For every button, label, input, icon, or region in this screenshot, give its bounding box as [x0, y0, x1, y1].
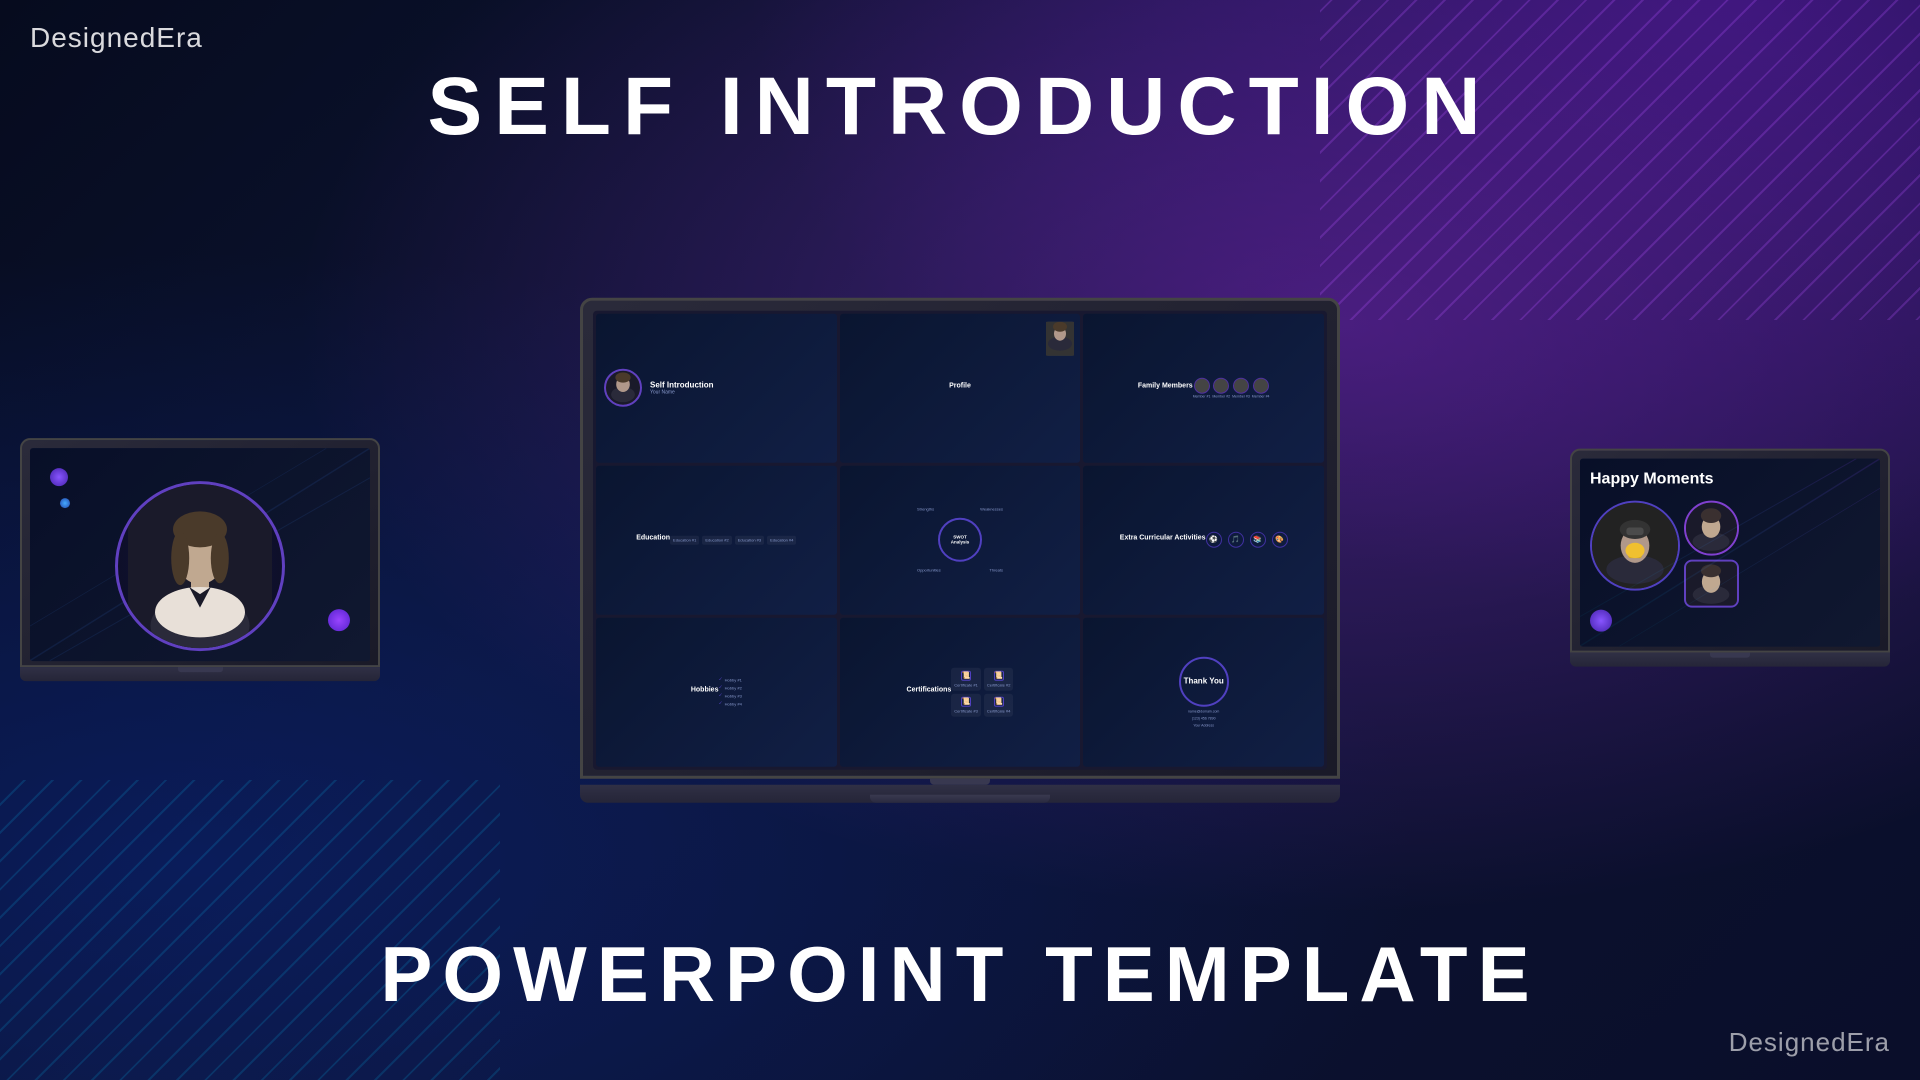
member-label-2: Member #2 — [1212, 395, 1230, 399]
edu-item-2: Education #2 — [702, 536, 731, 545]
laptop-right: Happy Moments — [1570, 449, 1890, 667]
left-orb-1 — [50, 468, 68, 486]
cert-item-1: 📜 Certificate #1 — [951, 668, 981, 691]
member-avatar-1 — [1194, 378, 1210, 394]
left-orb-3 — [328, 609, 350, 631]
family-member-3: Member #3 — [1232, 378, 1250, 399]
center-laptop-base — [580, 784, 1340, 802]
intro-avatar — [604, 369, 642, 407]
member-avatar-3 — [1233, 378, 1249, 394]
thankyou-ring: Thank You — [1179, 657, 1229, 707]
edu-item-1: Education #1 — [670, 536, 699, 545]
brand-logo-bottomright: DesignedEra — [1729, 1027, 1890, 1058]
swot-threats: Threats — [989, 568, 1003, 573]
slide-family: Family Members Member #1 Member #2 Membe… — [1083, 314, 1324, 463]
slide-profile: Profile — [840, 314, 1081, 463]
cert-icon-2: 📜 — [994, 671, 1004, 681]
thankyou-text: Thank You — [1184, 677, 1224, 686]
extra-title: Extra Curricular Activities — [1120, 535, 1206, 542]
intro-title: Self Introduction — [650, 381, 829, 390]
center-screen-bezel: Self Introduction Your Name Profile — [580, 298, 1340, 779]
intro-text-block: Self Introduction Your Name — [650, 381, 829, 396]
cert-item-2: 📜 Certificate #2 — [984, 668, 1014, 691]
cert-icon-1: 📜 — [961, 671, 971, 681]
right-screen-content: Happy Moments — [1580, 459, 1880, 647]
cert-title: Certifications — [907, 687, 952, 694]
main-title-section: SELF INTRODUCTION — [0, 60, 1920, 154]
intro-subtitle: Your Name — [650, 390, 829, 396]
hobbies-list: Hobby #1 Hobby #2 Hobby #3 Hobby #4 — [718, 675, 741, 709]
right-laptop-base — [1570, 652, 1890, 666]
left-orb-2 — [60, 498, 70, 508]
family-members-list: Member #1 Member #2 Member #3 Member #4 — [1193, 378, 1270, 399]
center-screen: Self Introduction Your Name Profile — [593, 311, 1327, 770]
swot-center-label: SWOTAnalysis — [951, 535, 970, 546]
slide-education: Education Education #1 Education #2 Educ… — [596, 466, 837, 615]
laptop-center: Self Introduction Your Name Profile — [580, 298, 1340, 803]
hobby-item-3: Hobby #3 — [718, 693, 741, 699]
profile-image — [1046, 322, 1074, 356]
right-screen: Happy Moments — [1580, 459, 1880, 647]
swot-weaknesses: Weaknesses — [980, 507, 1003, 512]
slide-hobbies: Hobbies Hobby #1 Hobby #2 Hobby #3 Hobby… — [596, 618, 837, 767]
extra-icon-4: 🎨 — [1272, 532, 1288, 548]
slide-self-intro: Self Introduction Your Name — [596, 314, 837, 463]
extra-icons: ⚽ 🎵 📚 🎨 — [1206, 532, 1288, 548]
left-screen-bezel — [20, 438, 380, 667]
contact-email: name@domain.com — [1188, 710, 1219, 714]
hobby-item-4: Hobby #4 — [718, 701, 741, 707]
member-label-3: Member #3 — [1232, 395, 1250, 399]
swot-opportunities: Opportunities — [917, 568, 941, 573]
right-laptop-notch — [1710, 652, 1750, 657]
portrait-circle — [115, 481, 285, 651]
extra-icon-3: 📚 — [1250, 532, 1266, 548]
slide-certifications: Certifications 📜 Certificate #1 📜 Certif… — [840, 618, 1081, 767]
decorative-lines-topright — [1320, 0, 1920, 320]
left-laptop-base — [20, 667, 380, 681]
contact-address: Your Address — [1193, 724, 1214, 728]
cert-item-4: 📜 Certificate #4 — [984, 694, 1014, 717]
slide-thank-you: Thank You name@domain.com (123) 456 7890… — [1083, 618, 1324, 767]
edu-item-3: Education #3 — [735, 536, 764, 545]
family-member-1: Member #1 — [1193, 378, 1211, 399]
member-label-4: Member #4 — [1252, 395, 1270, 399]
left-screen — [30, 448, 370, 661]
member-label-1: Member #1 — [1193, 395, 1211, 399]
cert-icon-3: 📜 — [961, 697, 971, 707]
slide-extra-curricular: Extra Curricular Activities ⚽ 🎵 📚 🎨 — [1083, 466, 1324, 615]
education-title: Education — [636, 535, 670, 542]
swot-center-ring: SWOTAnalysis — [938, 518, 982, 562]
left-screen-content — [30, 448, 370, 661]
hobby-item-2: Hobby #2 — [718, 685, 741, 691]
member-avatar-2 — [1213, 378, 1229, 394]
sub-title-section: POWERPOINT TEMPLATE — [0, 929, 1920, 1020]
family-member-4: Member #4 — [1252, 378, 1270, 399]
slide-swot: Strengths Weaknesses Opportunities Threa… — [840, 466, 1081, 615]
cert-item-3: 📜 Certificate #3 — [951, 694, 981, 717]
family-member-2: Member #2 — [1212, 378, 1230, 399]
hobby-item-1: Hobby #1 — [718, 677, 741, 683]
member-avatar-4 — [1253, 378, 1269, 394]
extra-icon-2: 🎵 — [1228, 532, 1244, 548]
right-screen-bezel: Happy Moments — [1570, 449, 1890, 653]
brand-logo-topleft: DesignedEra — [30, 22, 203, 54]
extra-icon-1: ⚽ — [1206, 532, 1222, 548]
right-orb-1 — [1590, 609, 1612, 631]
laptop-left — [20, 438, 380, 681]
education-items: Education #1 Education #2 Education #3 E… — [670, 536, 796, 545]
contact-phone: (123) 456 7890 — [1192, 717, 1216, 721]
main-title-text: SELF INTRODUCTION — [0, 60, 1920, 154]
edu-item-4: Education #4 — [767, 536, 796, 545]
hobbies-title: Hobbies — [691, 687, 719, 694]
family-title: Family Members — [1138, 383, 1193, 390]
center-laptop-notch — [930, 778, 990, 784]
cert-grid: 📜 Certificate #1 📜 Certificate #2 📜 Cert… — [951, 668, 1013, 717]
cert-icon-4: 📜 — [994, 697, 1004, 707]
sub-title-text: POWERPOINT TEMPLATE — [0, 929, 1920, 1020]
left-laptop-notch — [178, 667, 223, 672]
profile-title: Profile — [949, 383, 971, 390]
swot-strengths: Strengths — [917, 507, 934, 512]
